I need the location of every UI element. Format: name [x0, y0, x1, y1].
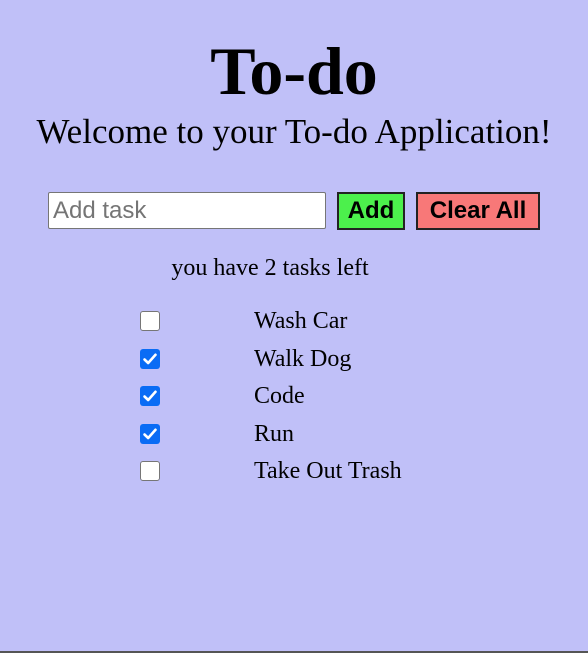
- tasks-left-count: you have 2 tasks left: [171, 255, 369, 281]
- task-checkbox[interactable]: [140, 311, 160, 331]
- clear-all-button[interactable]: Clear All: [416, 192, 540, 230]
- checkmark-icon: [143, 428, 157, 440]
- task-label: Take Out Trash: [254, 458, 402, 485]
- task-checkbox[interactable]: [140, 386, 160, 407]
- task-label: Run: [254, 420, 295, 447]
- checkmark-icon: [143, 353, 157, 364]
- task-label: Wash Car: [254, 308, 348, 334]
- add-task-button[interactable]: Add: [337, 192, 405, 230]
- task-checkbox[interactable]: [140, 348, 160, 369]
- task-checkbox[interactable]: [140, 461, 160, 482]
- add-task-input[interactable]: [48, 192, 326, 229]
- welcome-subtitle: Welcome to your To-do Application!: [36, 112, 552, 151]
- page-title: To-do: [210, 33, 378, 109]
- task-item: Code: [0, 379, 588, 417]
- checkmark-icon: [143, 390, 157, 402]
- task-item: Walk Dog: [0, 342, 588, 380]
- task-item: Take Out Trash: [0, 454, 588, 492]
- task-item: Wash Car: [0, 304, 588, 342]
- task-label: Code: [254, 383, 305, 410]
- todo-app: To-do Welcome to your To-do Application!…: [0, 0, 588, 651]
- task-checkbox[interactable]: [140, 423, 160, 444]
- task-item: Run: [0, 417, 588, 455]
- task-label: Walk Dog: [254, 345, 352, 372]
- task-list: Wash Car Walk Dog Code Run Take Out Tras…: [0, 304, 588, 492]
